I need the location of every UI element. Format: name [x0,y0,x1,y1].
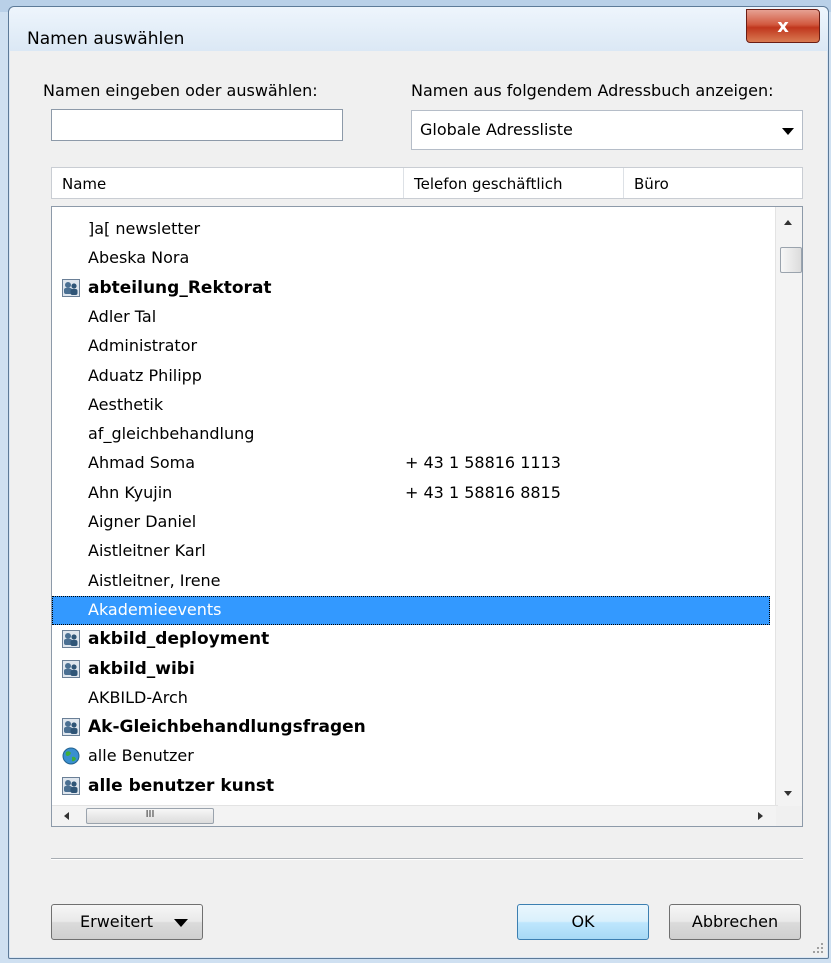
addressbook-select[interactable]: Globale Adressliste [411,110,803,150]
cancel-button[interactable]: Abbrechen [669,904,801,940]
entry-name: AKBILD-Arch [88,687,188,707]
list-item[interactable]: Ak-Gleichbehandlungsfragen [52,713,770,742]
entry-name: Aistleitner, Irene [88,570,221,590]
entry-name: Aigner Daniel [88,512,197,531]
list-item[interactable]: AKBILD-Arch [52,684,770,713]
dialog-title: Namen auswählen [27,29,185,49]
globe-icon [62,747,80,765]
list-item[interactable]: af_gleichbehandlung [52,420,770,449]
entry-name: Ahn Kyujin [88,482,173,502]
list-item[interactable]: Aistleitner, Irene [52,567,770,596]
entry-name: Adler Tal [88,306,157,326]
entry-name: Ak-Gleichbehandlungsfragen [88,717,366,738]
list-item[interactable]: Ahmad Soma + 43 1 58816 1113 [52,449,770,478]
advanced-button-label: Erweitert [80,912,154,931]
entry-name: alle benutzer kunst [88,775,275,796]
select-names-dialog: Namen auswählen x Namen eingeben oder au… [8,6,829,959]
ok-button[interactable]: OK [517,904,649,940]
list-item[interactable]: akbild_deployment [52,625,770,654]
group-icon [62,630,80,649]
entry-name: Administrator [88,336,198,356]
scroll-up-icon[interactable] [784,220,792,225]
column-header: Name Telefon geschäftlich Büro [51,167,803,199]
search-label: Namen eingeben oder auswählen: [43,81,318,100]
entry-name: Aduatz Philipp [88,365,202,385]
scroll-right-icon[interactable] [758,812,763,820]
advanced-button[interactable]: Erweitert [51,904,203,940]
entry-phone: + 43 1 58816 1113 [405,453,561,473]
vertical-scrollbar[interactable] [775,207,802,807]
entry-name: Ahmad Soma [88,453,196,473]
address-list: alle benutzer verwaltungalle benutzer ku… [51,206,803,827]
close-icon: x [777,16,789,37]
group-icon [62,659,80,678]
list-item[interactable]: Aesthetik [52,391,770,420]
column-office[interactable]: Büro [624,168,802,198]
list-item[interactable]: Aduatz Philipp [52,362,770,391]
list-item[interactable]: alle Benutzer [52,742,770,771]
entry-name: alle Benutzer [88,746,194,766]
list-item[interactable]: alle benutzer kunst [52,772,770,801]
chevron-down-icon [782,128,794,135]
list-item[interactable]: Adler Tal [52,303,770,332]
horizontal-scrollbar[interactable]: III [52,805,778,826]
entry-name: akbild_deployment [88,629,270,650]
entry-name: Aesthetik [88,394,164,414]
group-icon [62,278,80,297]
title-bar: Namen auswählen x [9,7,828,51]
list-item[interactable]: Akademieevents [52,595,770,625]
addressbook-selected-value: Globale Adressliste [420,120,573,139]
entry-name: Akademieevents [88,599,222,619]
close-button[interactable]: x [746,9,820,43]
entry-name: Aistleitner Karl [88,541,206,561]
scrollbar-corner [776,806,802,826]
group-icon [62,718,80,737]
entry-name: af_gleichbehandlung [88,424,255,444]
resize-grip-icon[interactable] [812,942,824,954]
list-item[interactable]: Aistleitner Karl [52,537,770,566]
entry-name: abteilung_Rektorat [88,277,272,298]
entry-phone: + 43 1 58816 8815 [405,482,561,502]
list-item[interactable]: ]a[ newsletter [52,215,770,244]
entry-name: ]a[ newsletter [88,219,201,238]
vertical-scroll-thumb[interactable] [780,247,802,273]
list-item[interactable]: Abeska Nora [52,244,770,273]
list-item[interactable]: Aigner Daniel [52,508,770,537]
entry-name: Abeska Nora [88,248,190,268]
group-icon [62,776,80,795]
list-item[interactable]: abteilung_Rektorat [52,274,770,303]
entry-name: akbild_wibi [88,658,195,679]
column-name[interactable]: Name [52,168,404,198]
list-item[interactable]: Administrator [52,332,770,361]
column-phone[interactable]: Telefon geschäftlich [404,168,624,198]
dropdown-arrow-icon [174,919,188,927]
list-item[interactable]: Ahn Kyujin + 43 1 58816 8815 [52,479,770,508]
horizontal-scroll-thumb[interactable]: III [86,808,214,824]
scroll-left-icon[interactable] [64,812,69,820]
scroll-down-icon[interactable] [784,791,792,796]
divider [51,858,803,860]
search-input[interactable] [51,109,343,141]
addressbook-label: Namen aus folgendem Adressbuch anzeigen: [411,81,774,100]
list-item[interactable]: akbild_wibi [52,655,770,684]
